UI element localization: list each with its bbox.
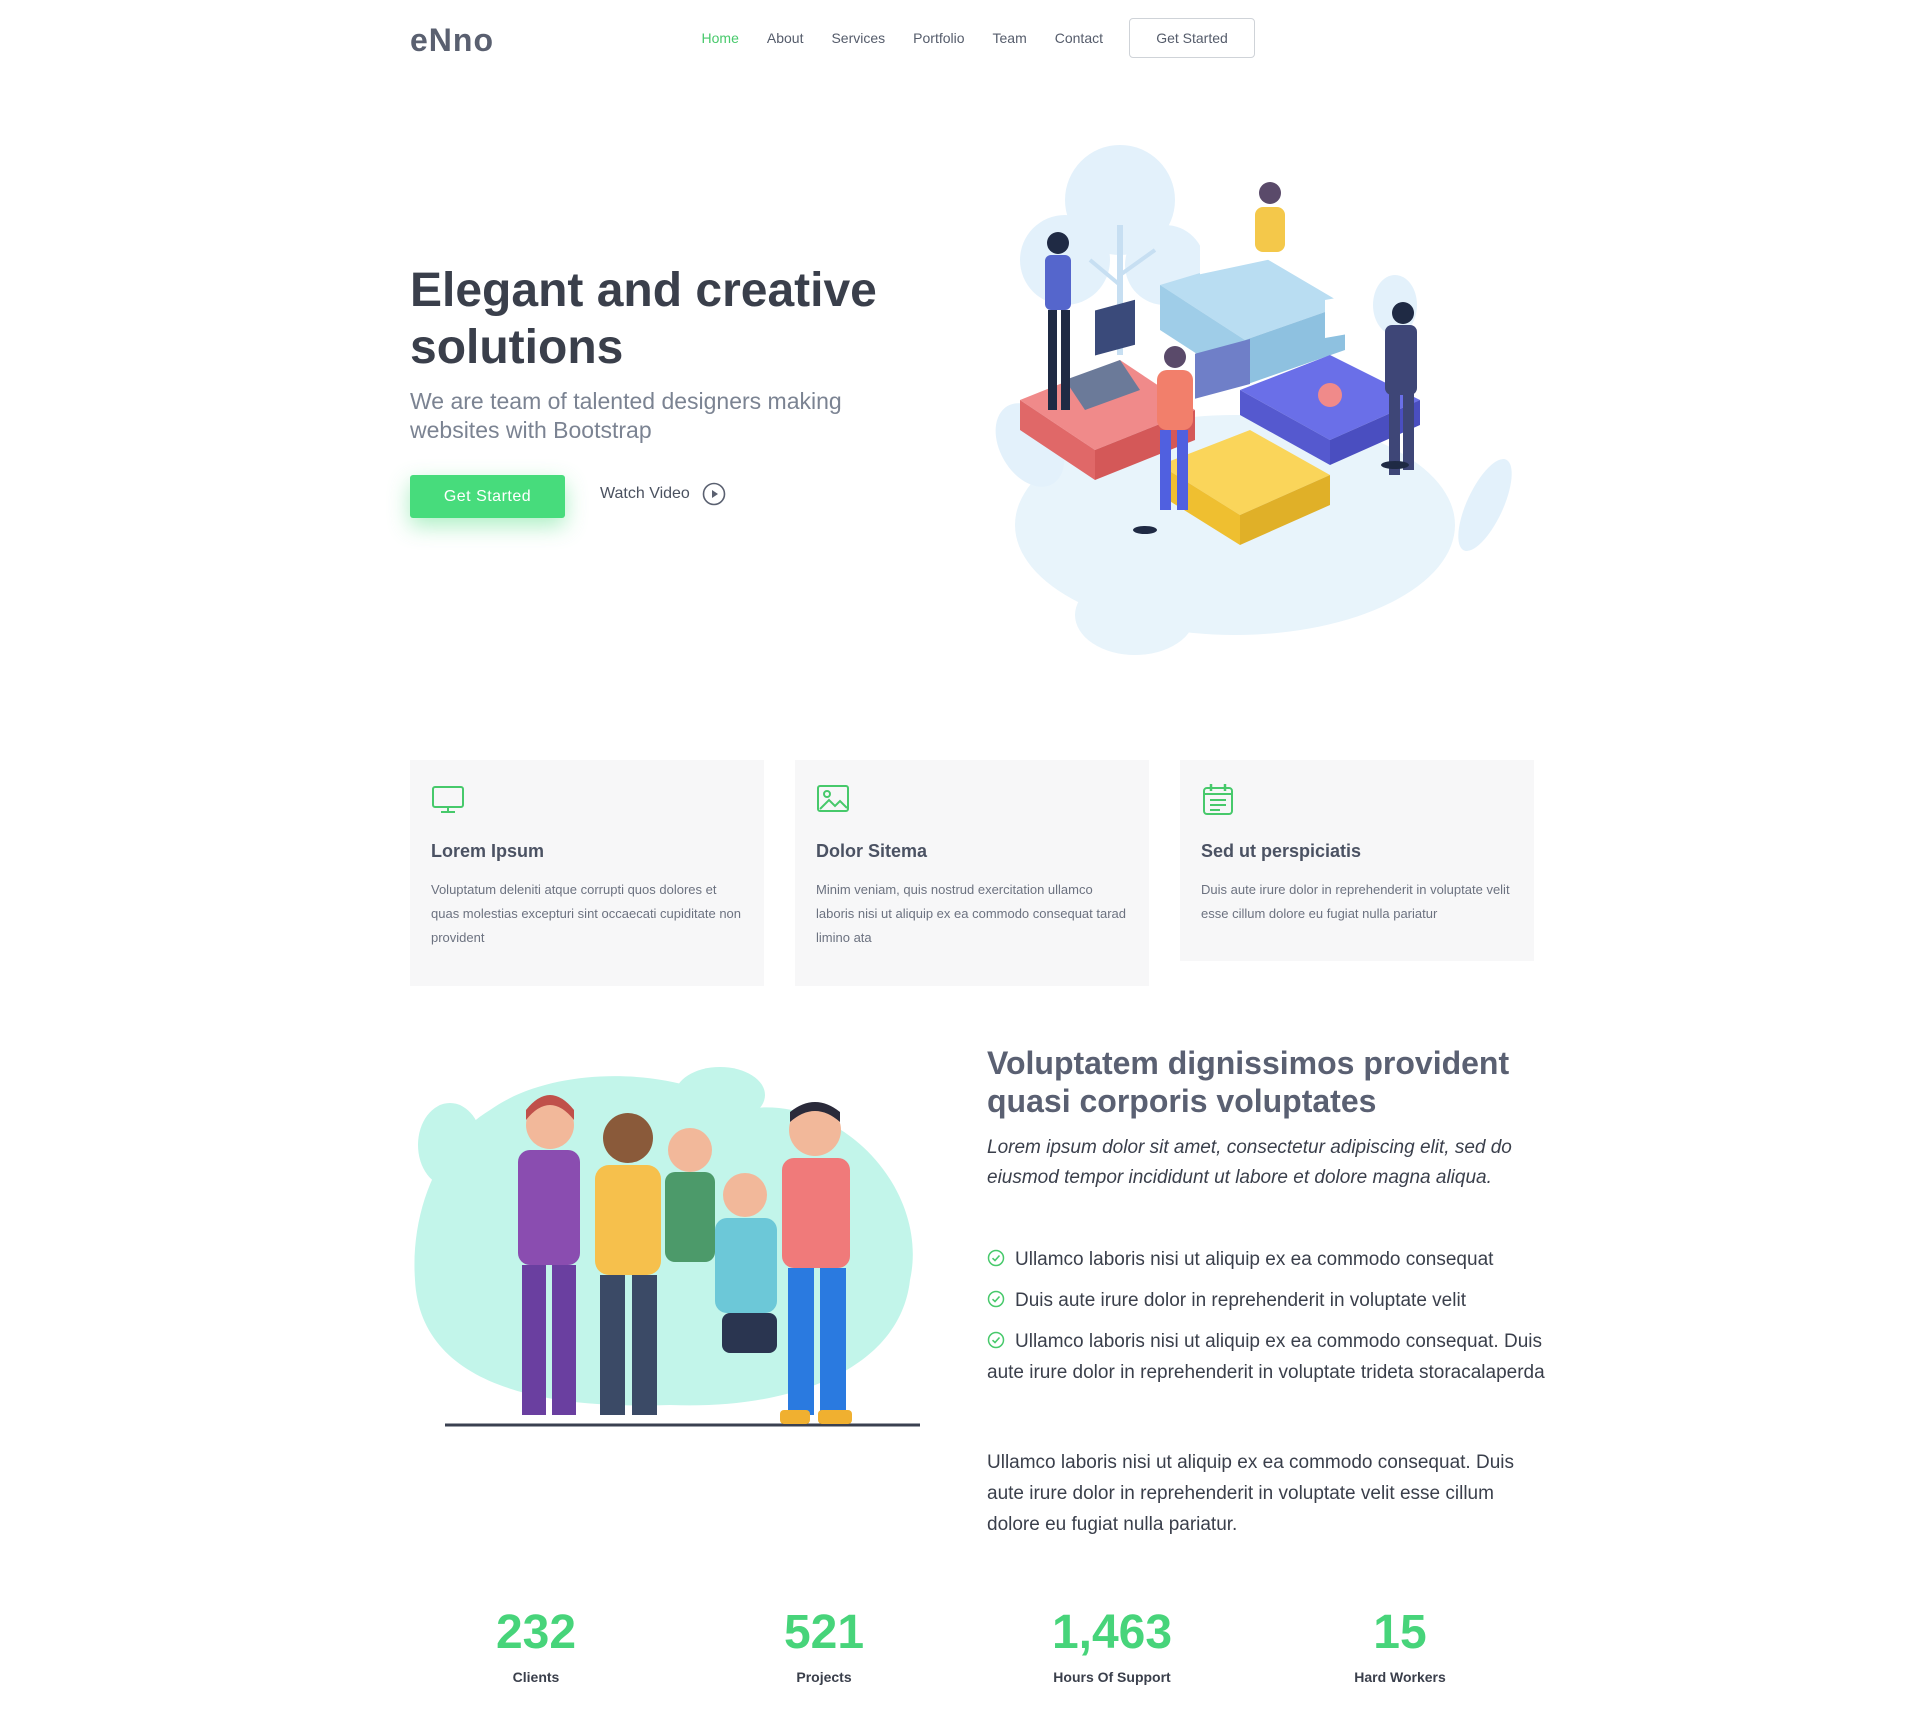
site-logo[interactable]: eNno <box>410 22 494 59</box>
check-item-text: Ullamco laboris nisi ut aliquip ex ea co… <box>987 1331 1545 1383</box>
hero-title: Elegant and creative solutions <box>410 264 877 374</box>
monitor-icon <box>432 786 464 813</box>
nav-contact[interactable]: Contact <box>1055 30 1103 46</box>
stat-label: Clients <box>512 1669 560 1685</box>
stat-label: Hours Of Support <box>1053 1669 1171 1685</box>
stat-label: Projects <box>796 1669 852 1685</box>
stat-label: Hard Workers <box>1354 1669 1446 1685</box>
nav-home[interactable]: Home <box>702 30 739 46</box>
check-item-text: Ullamco laboris nisi ut aliquip ex ea co… <box>1015 1249 1494 1270</box>
calendar-icon <box>1203 784 1233 815</box>
feature-text: Minim veniam, quis nostrud exercitation … <box>816 882 1127 945</box>
feature-card-sed-ut-perspiciatis: Sed ut perspiciatis Duis aute irure dolo… <box>1180 760 1534 961</box>
feature-card-dolor-sitema: Dolor Sitema Minim veniam, quis nostrud … <box>795 760 1149 986</box>
feature-card-lorem-ipsum: Lorem Ipsum Voluptatum deleniti atque co… <box>410 760 764 986</box>
nav-team[interactable]: Team <box>993 30 1027 46</box>
nav-about[interactable]: About <box>767 30 804 46</box>
image-icon <box>817 785 849 812</box>
stat-hours-of-support: 1,463 Hours Of Support <box>1002 1605 1222 1685</box>
check-item-text: Duis aute irure dolor in reprehenderit i… <box>1015 1290 1466 1311</box>
feature-title: Sed ut perspiciatis <box>1201 841 1362 861</box>
feature-text: Voluptatum deleniti atque corrupti quos … <box>431 882 742 945</box>
stat-hard-workers: 15 Hard Workers <box>1290 1605 1510 1685</box>
about-lead-text: Lorem ipsum dolor sit amet, consectetur … <box>987 1137 1512 1188</box>
stat-projects: 521 Projects <box>714 1605 934 1685</box>
feature-title: Lorem Ipsum <box>431 841 545 861</box>
check-circle-icon <box>987 1331 1005 1349</box>
stat-value: 521 <box>783 1606 865 1659</box>
play-circle-icon <box>702 482 726 506</box>
about-title: Voluptatem dignissimos provident quasi c… <box>987 1045 1510 1119</box>
feature-title: Dolor Sitema <box>816 841 928 861</box>
about-check-list: Ullamco laboris nisi ut aliquip ex ea co… <box>987 1244 1547 1398</box>
stat-value: 15 <box>1373 1606 1427 1659</box>
team-group-illustration <box>414 1067 920 1427</box>
stat-value: 1,463 <box>1051 1606 1173 1659</box>
get-started-nav-button[interactable]: Get Started <box>1129 18 1255 58</box>
stat-clients: 232 Clients <box>426 1605 646 1685</box>
nav-portfolio[interactable]: Portfolio <box>913 30 964 46</box>
list-item: Ullamco laboris nisi ut aliquip ex ea co… <box>987 1244 1547 1275</box>
about-paragraph: Ullamco laboris nisi ut aliquip ex ea co… <box>987 1452 1514 1535</box>
hero-puzzle-illustration <box>995 145 1512 655</box>
nav-services[interactable]: Services <box>831 30 885 46</box>
stat-value: 232 <box>495 1606 577 1659</box>
watch-video-label: Watch Video <box>600 485 690 502</box>
watch-video-link[interactable]: Watch Video <box>600 482 726 506</box>
site-header: eNno Home About Services Portfolio Team … <box>0 0 1920 90</box>
main-nav: Home About Services Portfolio Team Conta… <box>674 18 1255 58</box>
list-item: Duis aute irure dolor in reprehenderit i… <box>987 1285 1547 1316</box>
check-circle-icon <box>987 1249 1005 1267</box>
list-item: Ullamco laboris nisi ut aliquip ex ea co… <box>987 1326 1547 1388</box>
check-circle-icon <box>987 1290 1005 1308</box>
hero-subtitle: We are team of talented designers making… <box>410 388 842 443</box>
feature-text: Duis aute irure dolor in reprehenderit i… <box>1201 882 1510 921</box>
get-started-button[interactable]: Get Started <box>410 475 565 518</box>
